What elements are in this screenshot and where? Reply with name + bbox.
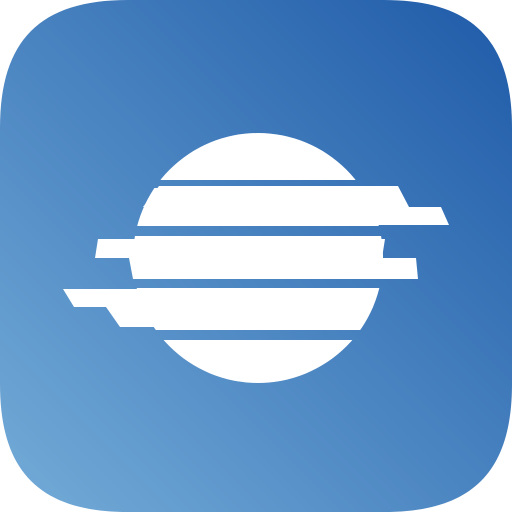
stripe-6: [106, 307, 373, 327]
stripe-2: [175, 207, 449, 225]
app-icon[interactable]: [0, 0, 512, 512]
stripe-4: [129, 258, 418, 279]
stripe-1: [143, 186, 409, 207]
stripe-3: [95, 239, 385, 258]
icon-canvas: [0, 0, 512, 512]
stripe-5: [63, 289, 341, 307]
